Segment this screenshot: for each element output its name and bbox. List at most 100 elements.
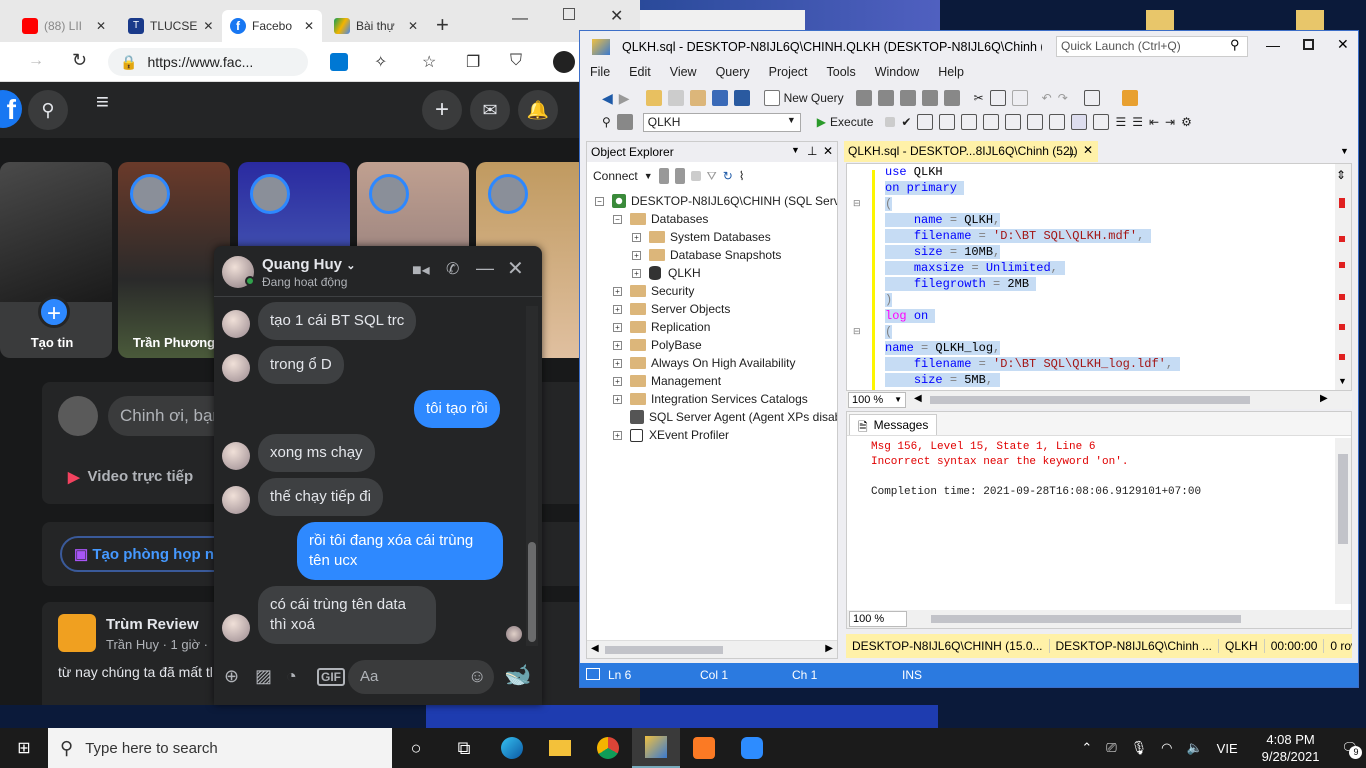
tree-node[interactable]: SQL Server Agent (Agent XPs disabl xyxy=(613,408,837,426)
paste-icon[interactable] xyxy=(1011,90,1028,106)
expand-icon[interactable]: + xyxy=(613,304,622,314)
minimize-button[interactable]: — xyxy=(1266,37,1280,53)
results-text-icon[interactable] xyxy=(1049,114,1066,130)
filter-icon[interactable]: ⛛ xyxy=(707,169,717,184)
menu-edit[interactable]: Edit xyxy=(629,65,651,79)
comment-icon[interactable]: ☰ xyxy=(1115,115,1126,129)
emoji-icon[interactable]: ☺ xyxy=(468,666,486,687)
stop-icon[interactable] xyxy=(885,117,896,127)
start-button[interactable]: ⊞ xyxy=(0,728,48,768)
client-stats-icon[interactable] xyxy=(1027,114,1044,130)
scroll-right-icon[interactable]: ▶ xyxy=(1320,393,1328,404)
execute-button[interactable]: ▶ Execute xyxy=(817,115,874,129)
mdx-query-icon[interactable] xyxy=(877,90,894,106)
tree-node[interactable]: + Database Snapshots xyxy=(632,246,781,264)
save-all-icon[interactable] xyxy=(733,90,750,106)
add-icon[interactable]: ⊕ xyxy=(224,666,239,687)
message-bubble[interactable]: có cái trùng tên data thì xoá xyxy=(258,586,436,644)
tab-query-document[interactable]: QLKH.sql - DESKTOP...8IJL6Q\Chinh (52)) ⊥… xyxy=(844,141,1098,162)
volume-icon[interactable]: 🔈 xyxy=(1186,740,1202,756)
facebook-logo[interactable]: f xyxy=(0,90,22,128)
tab-tlucse[interactable]: T TLUCSE ✕ xyxy=(120,10,220,42)
close-button[interactable]: ✕ xyxy=(610,6,623,26)
refresh-icon[interactable]: ↻ xyxy=(72,50,87,71)
connect-icon[interactable]: ⚲ xyxy=(602,115,611,129)
scroll-down-icon[interactable]: ▼ xyxy=(1338,376,1347,386)
image-icon[interactable]: ▨ xyxy=(255,666,272,687)
story-create[interactable]: + Tạo tin xyxy=(0,162,112,358)
specify-values-icon[interactable]: ⚙ xyxy=(1181,115,1192,129)
outlook-icon[interactable] xyxy=(330,53,348,71)
indent-icon[interactable]: ⇥ xyxy=(1165,115,1175,129)
maximize-button[interactable] xyxy=(563,8,575,20)
collapse-icon[interactable]: − xyxy=(595,196,604,206)
favorites-icon[interactable]: ☆ xyxy=(422,52,436,72)
db-engine-query-icon[interactable] xyxy=(855,90,872,106)
language-indicator[interactable]: VIE xyxy=(1217,741,1238,756)
message-bubble[interactable]: xong ms chạy xyxy=(258,434,375,472)
outdent-icon[interactable]: ⇤ xyxy=(1149,115,1159,129)
scroll-left-icon[interactable]: ◀ xyxy=(591,643,599,654)
close-icon[interactable]: ✕ xyxy=(96,19,106,33)
intellisense-icon[interactable] xyxy=(961,114,978,130)
message-bubble[interactable]: thế chạy tiếp đi xyxy=(258,478,383,516)
tree-node[interactable]: + QLKH xyxy=(632,264,701,282)
zoom-select[interactable]: 100 % xyxy=(849,611,907,627)
results-grid-icon[interactable] xyxy=(1071,114,1088,130)
profile-avatar[interactable] xyxy=(553,51,575,73)
database-select[interactable]: QLKH ▼ xyxy=(642,112,801,132)
close-chat-icon[interactable]: ✕ xyxy=(507,256,524,281)
close-icon[interactable]: ✕ xyxy=(408,19,418,33)
network-icon[interactable]: ⎚ xyxy=(1106,740,1116,756)
minimize-button[interactable]: — xyxy=(512,10,528,28)
pin-icon[interactable]: ⊥ xyxy=(807,144,817,158)
connect-button[interactable]: Connect xyxy=(593,169,638,183)
gif-icon[interactable]: GIF xyxy=(317,668,345,686)
message-bubble[interactable]: rồi tôi đang xóa cái trùng tên ucx xyxy=(297,522,503,580)
copy-icon[interactable] xyxy=(989,90,1006,106)
close-icon[interactable]: ✕ xyxy=(823,144,833,158)
chevron-up-icon[interactable]: ⌃ xyxy=(1081,740,1092,756)
expand-icon[interactable] xyxy=(613,413,622,422)
vertical-scrollbar[interactable]: ⇕ ▼ xyxy=(1335,164,1351,390)
fold-icon[interactable]: ⊟ xyxy=(853,198,861,209)
expand-icon[interactable]: + xyxy=(613,394,622,404)
xmla-query-icon[interactable] xyxy=(921,90,938,106)
search-box[interactable]: ⚲ Type here to search xyxy=(48,728,392,768)
forward-icon[interactable]: ▶ xyxy=(619,90,630,107)
scrollbar[interactable] xyxy=(526,306,538,646)
cut-icon[interactable]: ✂ xyxy=(974,91,984,105)
message-bubble[interactable]: trong ổ D xyxy=(258,346,344,384)
new-tab-button[interactable]: + xyxy=(436,12,449,38)
phone-icon[interactable]: ✆ xyxy=(446,259,459,279)
expand-icon[interactable]: + xyxy=(613,358,622,368)
tree-node[interactable]: + PolyBase xyxy=(613,336,702,354)
scroll-thumb[interactable] xyxy=(605,646,723,654)
expand-icon[interactable]: + xyxy=(613,340,622,350)
ssms-taskbar-icon[interactable] xyxy=(632,728,680,768)
contact-name[interactable]: Quang Huy ⌄ xyxy=(262,256,355,273)
dax-query-icon[interactable] xyxy=(943,90,960,106)
close-button[interactable]: ✕ xyxy=(1337,36,1349,53)
horizontal-scrollbar[interactable]: ◀ ▶ xyxy=(587,640,837,658)
tree-node[interactable]: + XEvent Profiler xyxy=(613,426,729,444)
folder-icon[interactable] xyxy=(1296,10,1324,32)
actual-plan-icon[interactable] xyxy=(983,114,1000,130)
tab-facebook[interactable]: f Facebo ✕ xyxy=(222,10,322,42)
back-icon[interactable]: ◀ xyxy=(602,90,613,107)
screenshot-icon[interactable] xyxy=(1083,90,1100,106)
expand-icon[interactable]: + xyxy=(613,286,622,296)
dmx-query-icon[interactable] xyxy=(899,90,916,106)
search-icon[interactable]: ⚲ xyxy=(28,90,68,130)
clock[interactable]: 4:08 PM 9/28/2021 xyxy=(1262,731,1320,765)
scroll-right-icon[interactable]: ▶ xyxy=(825,643,833,654)
tree-node[interactable]: + System Databases xyxy=(632,228,771,246)
create-icon[interactable]: + xyxy=(422,90,462,130)
messenger-icon[interactable]: ✉ xyxy=(470,90,510,130)
url-field[interactable]: 🔒 https://www.fac... xyxy=(108,48,308,76)
live-stats-icon[interactable] xyxy=(1005,114,1022,130)
chrome-icon[interactable] xyxy=(584,728,632,768)
tab-drive[interactable]: Bài thự ✕ xyxy=(326,10,426,42)
split-icon[interactable]: ⇕ xyxy=(1336,168,1346,182)
wifi-icon[interactable]: ◠ xyxy=(1161,740,1172,756)
